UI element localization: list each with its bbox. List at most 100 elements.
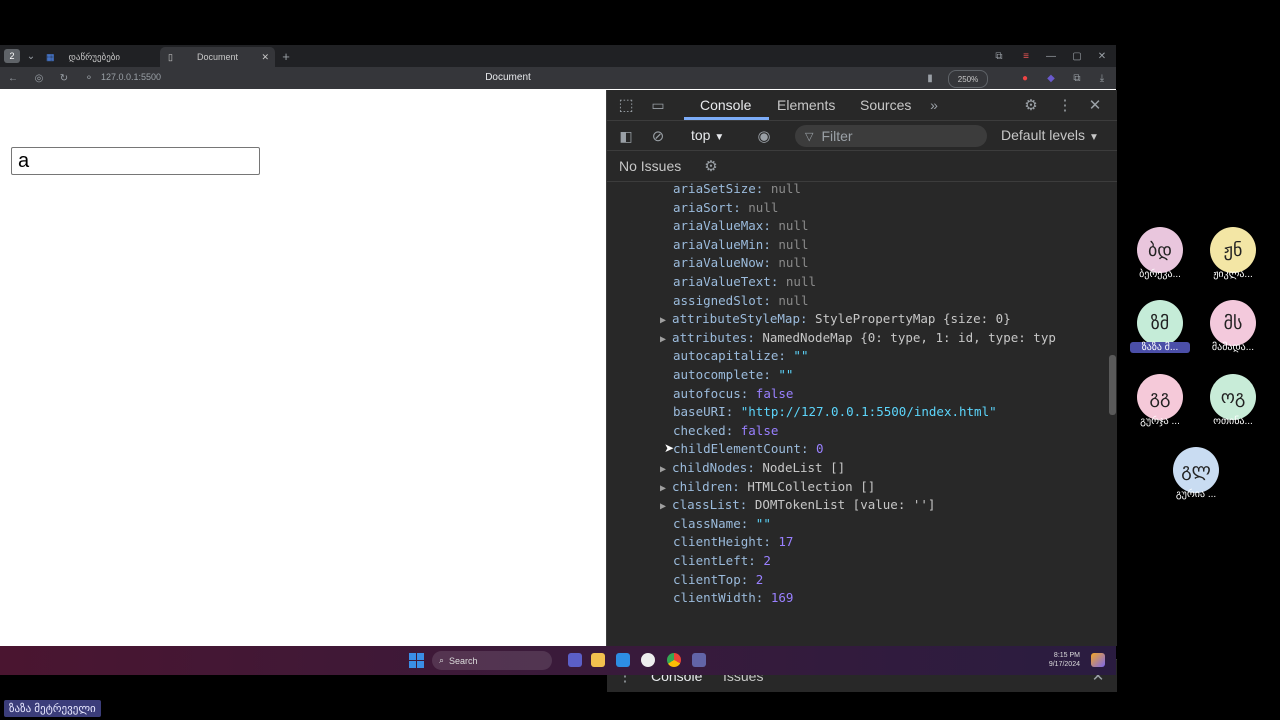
extension-purple-icon[interactable]: ◆	[1044, 71, 1058, 85]
property-value: "http://127.0.0.1:5500/index.html"	[740, 404, 997, 420]
property-key: attributes	[672, 329, 748, 345]
taskbar: ⌕ Search 8:15 PM 9/17/2024	[0, 646, 1116, 675]
tab-search-icon[interactable]: ⧉	[992, 49, 1006, 63]
tab-sources[interactable]: Sources	[860, 90, 911, 120]
console-property-row: clientTop: 2	[673, 571, 763, 589]
kebab-menu-icon[interactable]: ⋮	[1056, 96, 1074, 114]
property-value: null	[778, 236, 809, 252]
property-separator: :	[763, 534, 779, 550]
page-viewport	[0, 90, 606, 646]
windows-start-icon[interactable]	[409, 653, 424, 668]
tab-first[interactable]: ▦ დაწრუებები	[46, 47, 156, 67]
settings-icon[interactable]: ⚙	[1022, 96, 1040, 114]
participant-name: გურჯა ...	[1140, 416, 1180, 427]
tab-console[interactable]: Console	[700, 90, 751, 120]
property-key: childElementCount	[673, 441, 801, 457]
property-key: clientLeft	[673, 553, 749, 568]
recording-icon[interactable]: ≡	[1018, 49, 1034, 63]
scrollbar-thumb[interactable]	[1109, 355, 1116, 415]
property-value: null	[778, 218, 809, 234]
property-separator: :	[725, 422, 741, 438]
console-output: ariaSetSize: null ariaSort: null ariaValue…	[607, 182, 1107, 614]
clear-console-icon[interactable]: ⊘	[649, 127, 667, 145]
back-icon[interactable]: ←	[6, 71, 20, 85]
close-tab-icon[interactable]: ✕	[261, 52, 269, 63]
participant-avatar[interactable]: ზმ	[1137, 300, 1183, 346]
property-value: null	[778, 292, 809, 308]
mouse-cursor-icon: ➤	[664, 441, 675, 455]
participant-avatar[interactable]: გგ	[1137, 374, 1183, 420]
sidebar-toggle-icon[interactable]: ◧	[617, 127, 635, 145]
yandex-browser-icon[interactable]	[641, 653, 655, 667]
close-devtools-icon[interactable]: ✕	[1086, 96, 1104, 114]
console-property-row[interactable]: ▶ attributeStyleMap: StylePropertyMap {s…	[660, 310, 1011, 328]
participant-name: მამადა...	[1211, 342, 1255, 353]
bookmark-icon[interactable]: ▮	[924, 71, 936, 85]
vscode-icon[interactable]	[616, 653, 630, 667]
copilot-icon[interactable]	[1091, 653, 1105, 667]
tab-document[interactable]: ▯ Document ✕	[160, 47, 275, 67]
forward-icon[interactable]: ◎	[32, 71, 46, 85]
document-icon: ▯	[168, 51, 173, 62]
console-property-row: ariaValueNow: null	[673, 254, 808, 272]
more-tabs-icon[interactable]: »	[925, 96, 943, 114]
expand-triangle-icon[interactable]: ▶	[660, 464, 672, 475]
console-property-row[interactable]: ▶ childNodes: NodeList []	[660, 459, 845, 477]
minimize-icon[interactable]: —	[1044, 49, 1058, 63]
chrome-icon[interactable]	[667, 653, 681, 667]
console-toolbar: ◧ ⊘ top ▼ ◉ ▽ Filter Default levels ▼	[607, 121, 1117, 151]
property-separator: :	[800, 441, 816, 457]
property-separator: :	[733, 199, 749, 215]
tab-list-icon[interactable]: ⌄	[24, 49, 38, 63]
site-info-icon[interactable]: ⚬	[83, 71, 95, 85]
taskbar-search[interactable]: ⌕ Search	[432, 651, 552, 670]
property-key: className	[673, 515, 741, 531]
property-key: classList	[672, 497, 740, 513]
file-explorer-icon[interactable]	[591, 653, 605, 667]
console-property-row[interactable]: ▶ children: HTMLCollection []	[660, 478, 875, 496]
property-separator: :	[748, 553, 764, 568]
property-separator: :	[799, 311, 816, 327]
url-text[interactable]: 127.0.0.1:5500	[101, 72, 161, 82]
close-window-icon[interactable]: ✕	[1095, 49, 1109, 63]
text-input[interactable]	[11, 147, 260, 175]
participant-avatar[interactable]: მს	[1210, 300, 1256, 346]
property-separator: :	[725, 404, 741, 420]
teams-app-icon[interactable]	[692, 653, 706, 667]
participant-avatar[interactable]: გლ	[1173, 447, 1219, 493]
participant-avatar[interactable]: ბდ	[1137, 227, 1183, 273]
expand-triangle-icon[interactable]: ▶	[660, 315, 672, 326]
property-value: 2	[763, 553, 771, 568]
teams-icon[interactable]	[568, 653, 582, 667]
new-tab-icon[interactable]: +	[279, 49, 293, 64]
console-property-row[interactable]: ▶ classList: DOMTokenList [value: '']	[660, 496, 935, 514]
context-selector[interactable]: top ▼	[691, 127, 724, 143]
eye-icon[interactable]: ◉	[753, 127, 775, 145]
property-separator: :	[755, 182, 771, 196]
inspect-icon[interactable]: ⬚	[617, 96, 635, 114]
maximize-icon[interactable]: ▢	[1070, 49, 1084, 63]
clock[interactable]: 8:15 PM 9/17/2024	[1040, 651, 1080, 669]
expand-triangle-icon[interactable]: ▶	[660, 501, 672, 512]
log-levels-dropdown[interactable]: Default levels ▼	[1001, 127, 1099, 143]
download-icon[interactable]: ⤓	[1095, 71, 1109, 85]
filter-input[interactable]: ▽ Filter	[795, 125, 987, 147]
console-property-row: className: ""	[673, 515, 771, 533]
extensions-icon[interactable]: ⧉	[1070, 71, 1084, 85]
device-toolbar-icon[interactable]: ▭	[649, 96, 667, 114]
zoom-indicator[interactable]: 250%	[948, 70, 988, 88]
participant-avatar[interactable]: ჟნ	[1210, 227, 1256, 273]
issues-count[interactable]: No Issues	[619, 158, 681, 174]
console-settings-icon[interactable]: ⚙	[702, 157, 720, 175]
property-value: 2	[755, 571, 764, 587]
property-value: StylePropertyMap {size: 0}	[815, 311, 1011, 327]
tab-elements[interactable]: Elements	[777, 90, 835, 120]
browser-window: 2 ⌄ ▦ დაწრუებები ▯ Document ✕ + ⧉ ≡ — ▢ …	[0, 45, 1117, 692]
reload-icon[interactable]: ↻	[57, 71, 71, 85]
extension-red-icon[interactable]: ●	[1018, 71, 1032, 85]
expand-triangle-icon[interactable]: ▶	[660, 334, 672, 345]
participant-avatar[interactable]: ოგ	[1210, 374, 1256, 420]
expand-triangle-icon[interactable]: ▶	[660, 483, 672, 494]
workspace-icon[interactable]: 2	[4, 49, 20, 63]
console-property-row[interactable]: ▶ attributes: NamedNodeMap {0: type, 1: …	[660, 329, 1056, 347]
